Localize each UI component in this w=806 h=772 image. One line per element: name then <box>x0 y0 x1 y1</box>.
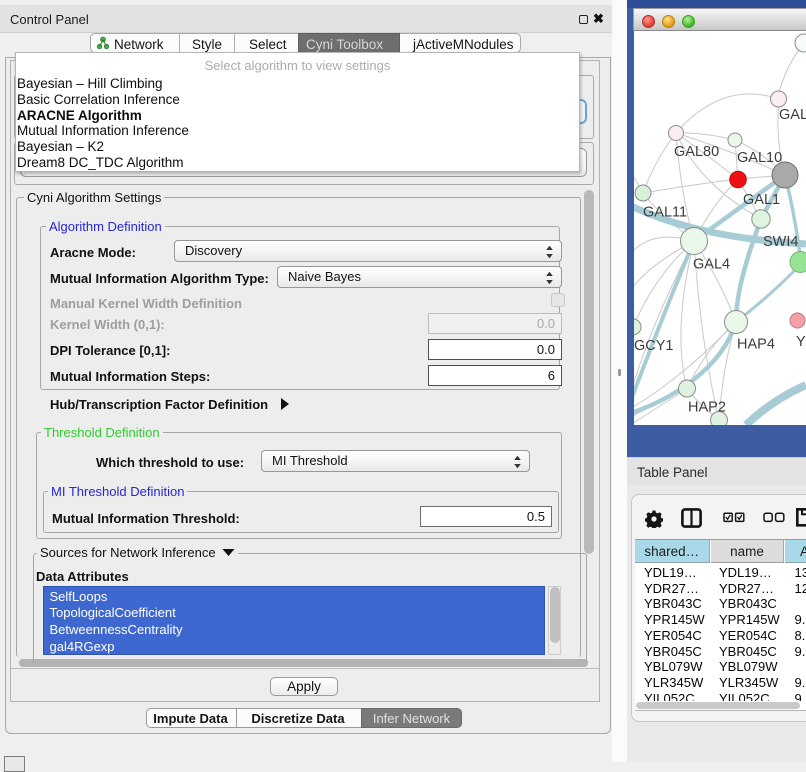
svg-text:GAL80: GAL80 <box>674 144 719 160</box>
svg-text:GAL11: GAL11 <box>643 205 687 221</box>
svg-text:YD: YD <box>796 334 806 350</box>
svg-text:HAP2: HAP2 <box>688 400 726 416</box>
svg-text:GCY1: GCY1 <box>634 338 674 354</box>
svg-text:GAL10: GAL10 <box>737 150 782 166</box>
svg-text:GAL1: GAL1 <box>743 192 780 208</box>
svg-text:SWI4: SWI4 <box>763 234 798 250</box>
svg-text:HAP4: HAP4 <box>737 337 775 353</box>
svg-text:GAL4: GAL4 <box>693 257 730 273</box>
svg-text:GAL7: GAL7 <box>779 107 806 123</box>
